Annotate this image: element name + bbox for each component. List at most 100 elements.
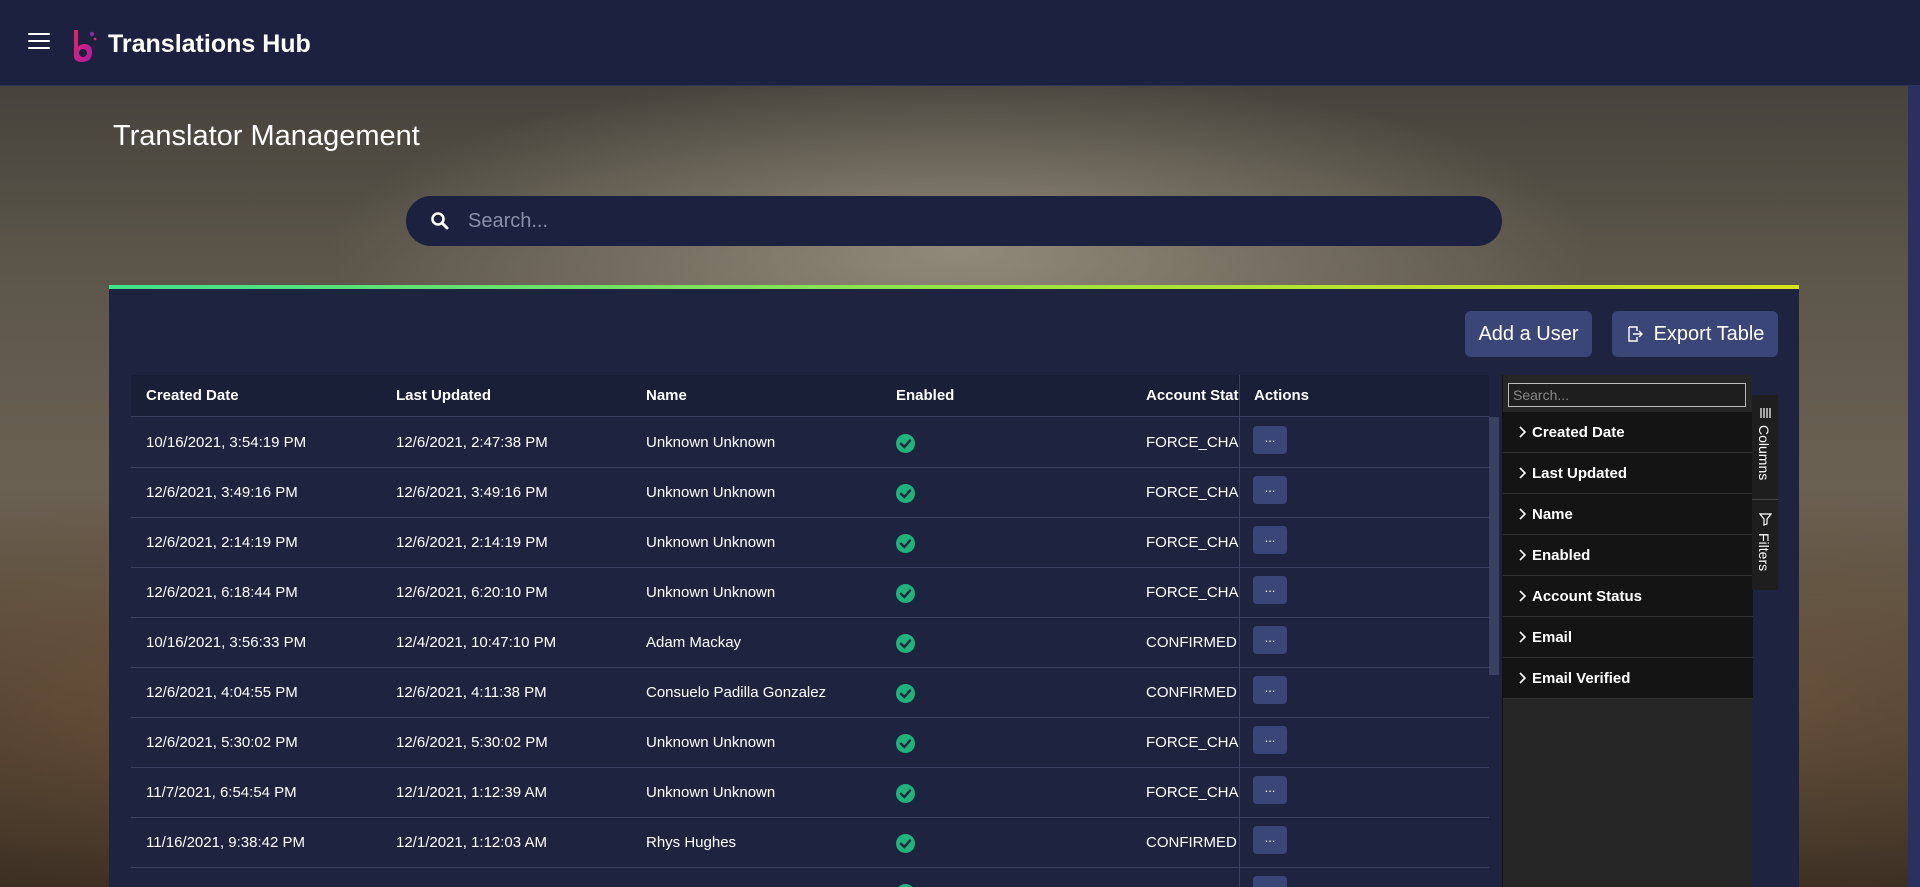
cell-name: Rhys Hughes <box>646 834 737 851</box>
chevron-right-icon <box>1519 426 1527 438</box>
tool-panel-column-label: Account Status <box>1532 588 1643 605</box>
tool-panel-column-item[interactable]: Account Status <box>1503 576 1753 617</box>
cell-last-updated: 12/6/2021, 4:11:38 PM <box>396 684 547 701</box>
column-header-name[interactable]: Name <box>646 375 881 417</box>
tool-panel-column-item[interactable]: Enabled <box>1503 535 1753 576</box>
cell-name <box>646 868 881 887</box>
tool-panel-column-label: Name <box>1532 506 1573 523</box>
enabled-check-icon <box>896 534 915 553</box>
cell-last-updated: 12/4/2021, 10:47:10 PM <box>396 634 557 651</box>
columns-tool-panel: Created Date Last Updated Name Enabled Accou… <box>1502 375 1753 887</box>
cell-last-updated <box>396 868 631 887</box>
column-header-last-updated[interactable]: Last Updated <box>396 375 631 417</box>
add-user-label: Add a User <box>1478 322 1579 345</box>
export-table-label: Export Table <box>1653 322 1765 345</box>
add-user-button[interactable]: Add a User <box>1465 311 1592 357</box>
cell-created-date: 12/6/2021, 3:49:16 PM <box>146 484 298 501</box>
cell-created-date: 12/6/2021, 2:14:19 PM <box>146 534 298 551</box>
cell-name: Unknown Unknown <box>646 734 776 751</box>
users-panel: Add a User Export Table Created Date Las… <box>109 285 1799 887</box>
enabled-check-icon <box>896 834 915 853</box>
cell-created-date: 11/16/2021, 9:38:42 PM <box>146 834 306 851</box>
cell-account-status: FORCE_CHANG <box>1146 584 1239 601</box>
tool-panel-column-label: Email <box>1532 629 1573 646</box>
tool-panel-column-item[interactable]: Last Updated <box>1503 453 1753 494</box>
search-icon <box>431 212 449 230</box>
cell-created-date: 10/16/2021, 3:54:19 PM <box>146 434 307 451</box>
chevron-right-icon <box>1519 508 1527 520</box>
search-input[interactable] <box>468 206 1468 236</box>
tool-panel-column-label: Email Verified <box>1532 670 1631 687</box>
chevron-right-icon <box>1519 672 1527 684</box>
cell-account-status <box>1146 868 1239 887</box>
cell-created-date <box>146 868 381 887</box>
enabled-check-icon <box>896 784 915 803</box>
cell-account-status: FORCE_CHANG <box>1146 784 1239 801</box>
enabled-check-icon <box>896 684 915 703</box>
cell-name: Adam Mackay <box>646 634 742 651</box>
cell-account-status: FORCE_CHANG <box>1146 734 1239 751</box>
users-table: Created Date Last Updated Name Enabled A… <box>131 375 1499 887</box>
enabled-check-icon <box>896 484 915 503</box>
tool-panel-column-label: Created Date <box>1532 424 1625 441</box>
cell-created-date: 10/16/2021, 3:56:33 PM <box>146 634 307 651</box>
cell-name: Unknown Unknown <box>646 784 776 801</box>
enabled-check-icon <box>896 634 915 653</box>
cell-account-status: FORCE_CHANG <box>1146 484 1239 501</box>
chevron-right-icon <box>1519 467 1527 479</box>
chevron-right-icon <box>1519 590 1527 602</box>
column-header-enabled[interactable]: Enabled <box>896 375 1131 417</box>
cell-name: Unknown Unknown <box>646 484 776 501</box>
chevron-right-icon <box>1519 631 1527 643</box>
cell-last-updated: 12/6/2021, 6:20:10 PM <box>396 584 548 601</box>
cell-name: Unknown Unknown <box>646 434 776 451</box>
page-scrollbar[interactable] <box>1908 86 1920 887</box>
cell-account-status: CONFIRMED <box>1146 684 1237 701</box>
tab-columns-label: Columns <box>1756 425 1772 481</box>
search-bar <box>406 196 1502 246</box>
cell-name: Consuelo Padilla Gonzalez <box>646 684 827 701</box>
cell-last-updated: 12/1/2021, 1:12:03 AM <box>396 834 547 851</box>
cell-created-date: 12/6/2021, 5:30:02 PM <box>146 734 298 751</box>
cell-last-updated: 12/6/2021, 3:49:16 PM <box>396 484 548 501</box>
cell-account-status: CONFIRMED <box>1146 834 1237 851</box>
tool-panel-column-item[interactable]: Email <box>1503 617 1753 658</box>
table-scrollbar-thumb[interactable] <box>1489 417 1499 675</box>
cell-last-updated: 12/6/2021, 2:14:19 PM <box>396 534 548 551</box>
tab-filters[interactable]: Filters <box>1752 501 1778 590</box>
enabled-check-icon <box>896 584 915 603</box>
menu-icon[interactable] <box>28 33 50 51</box>
side-tab-bar: Columns Filters <box>1752 395 1778 590</box>
filter-icon <box>1759 513 1772 526</box>
column-header-account-status[interactable]: Account Statu <box>1146 375 1239 417</box>
cell-name: Unknown Unknown <box>646 534 776 551</box>
tool-panel-column-item[interactable]: Email Verified <box>1503 658 1753 699</box>
columns-icon <box>1760 408 1771 418</box>
cell-account-status: FORCE_CHANG <box>1146 434 1239 451</box>
enabled-check-icon <box>896 734 915 753</box>
cell-last-updated: 12/6/2021, 5:30:02 PM <box>396 734 548 751</box>
column-header-created-date[interactable]: Created Date <box>146 375 381 417</box>
chevron-right-icon <box>1519 549 1527 561</box>
panel-accent-bar <box>109 285 1799 289</box>
cell-last-updated: 12/6/2021, 2:47:38 PM <box>396 434 548 451</box>
tool-panel-column-item[interactable]: Created Date <box>1503 412 1753 453</box>
tool-panel-search-input[interactable] <box>1508 383 1746 407</box>
export-icon <box>1627 326 1643 342</box>
app-title: Translations Hub <box>108 30 311 58</box>
tool-panel-column-label: Last Updated <box>1532 465 1628 482</box>
app-logo-icon <box>74 30 97 62</box>
cell-account-status: FORCE_CHANG <box>1146 534 1239 551</box>
page-title: Translator Management <box>113 120 420 152</box>
cell-account-status: CONFIRMED <box>1146 634 1237 651</box>
cell-created-date: 11/7/2021, 6:54:54 PM <box>146 784 297 801</box>
cell-name: Unknown Unknown <box>646 584 776 601</box>
top-bar: Translations Hub <box>0 0 1920 86</box>
tab-filters-label: Filters <box>1756 533 1772 572</box>
enabled-check-icon <box>896 434 915 453</box>
actions-column-divider <box>1239 375 1489 887</box>
tab-columns[interactable]: Columns <box>1752 395 1778 500</box>
tool-panel-column-item[interactable]: Name <box>1503 494 1753 535</box>
export-table-button[interactable]: Export Table <box>1612 311 1778 357</box>
cell-created-date: 12/6/2021, 4:04:55 PM <box>146 684 298 701</box>
